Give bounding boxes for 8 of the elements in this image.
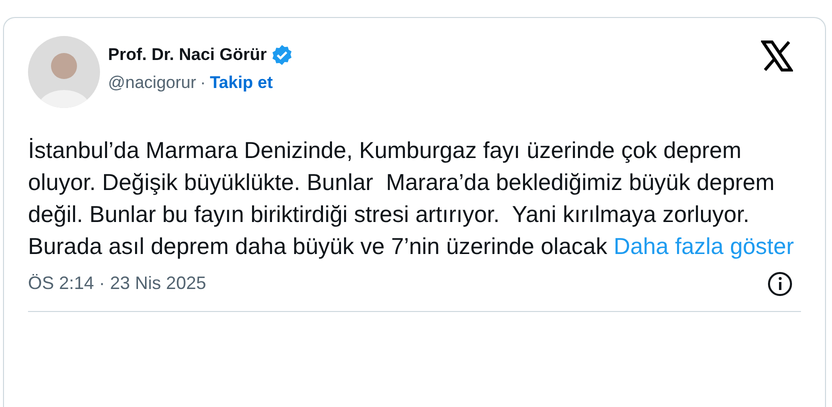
timestamp[interactable]: ÖS 2:14 · 23 Nis 2025 — [28, 270, 206, 297]
author-handle[interactable]: @nacigorur — [108, 70, 196, 96]
separator: · — [200, 72, 206, 94]
tweet-text: İstanbul’da Marmara Denizinde, Kumburgaz fayı üzerinde çok deprem oluyor. Değişik büyüklükte. Bunlar Marara’da beklediğimiz büyük deprem değil. Bunlar bu fayın biriktirdiği stresi artırıyor. Yani kırılmaya zorluyor. Burada asıl deprem daha büyük ve 7’nin üzerinde olacak Daha fazla göster — [28, 136, 795, 261]
author-name[interactable]: Prof. Dr. Naci Görür — [108, 44, 267, 66]
info-icon[interactable] — [767, 270, 793, 296]
follow-link[interactable]: Takip et — [210, 70, 273, 96]
x-logo-icon[interactable] — [761, 40, 793, 72]
